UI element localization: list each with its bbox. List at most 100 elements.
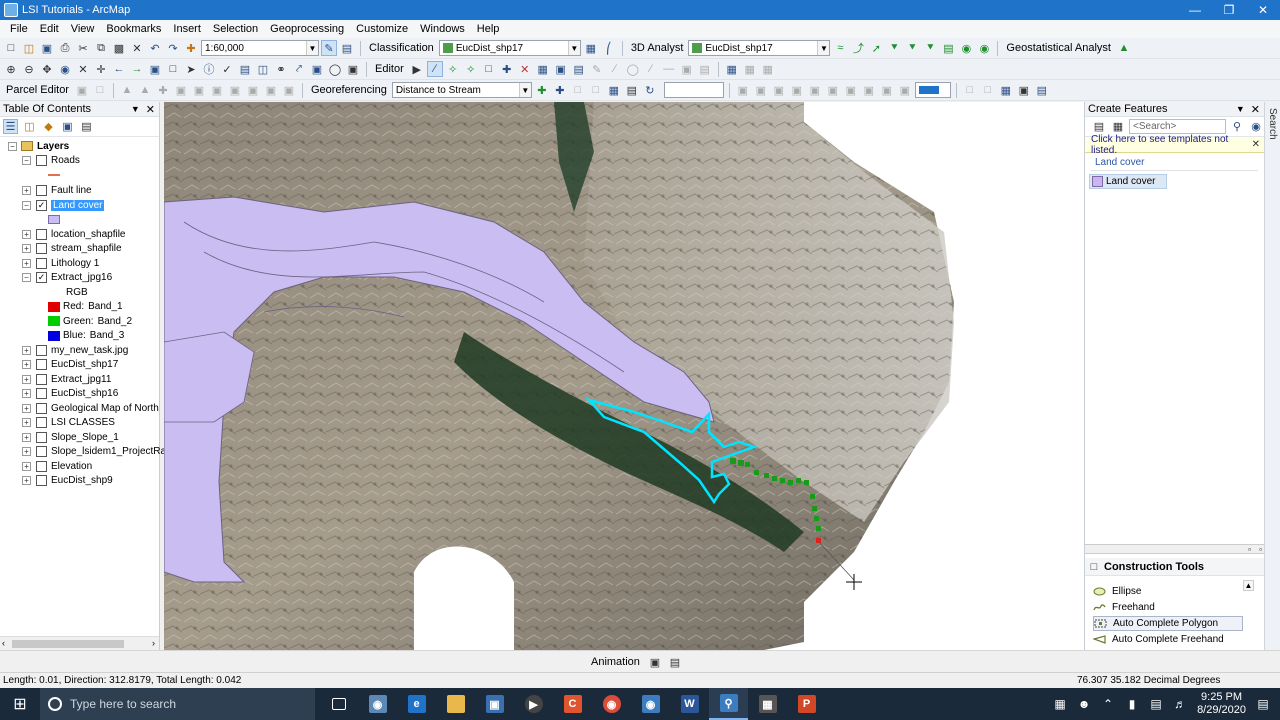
- editor-dropdown[interactable]: Editor: [372, 63, 407, 75]
- camtasia-icon[interactable]: C: [553, 688, 592, 720]
- disabled-tool-icon[interactable]: ◯: [625, 61, 641, 77]
- geostatistical-wizard-icon[interactable]: ▲: [1116, 40, 1132, 56]
- map-display[interactable]: [164, 102, 1084, 650]
- layer-name[interactable]: Geological Map of North: [51, 403, 159, 414]
- disabled-tool-icon[interactable]: ▣: [753, 82, 769, 98]
- arcglobe-icon[interactable]: ◉: [976, 40, 992, 56]
- zoom-in-icon[interactable]: ⊕: [3, 61, 19, 77]
- training-sample-icon[interactable]: ⎛: [601, 40, 617, 56]
- layer-visibility-checkbox[interactable]: [36, 388, 47, 399]
- arcscene-icon[interactable]: ◉: [958, 40, 974, 56]
- layer-visibility-checkbox[interactable]: [36, 359, 47, 370]
- disabled-tool-icon[interactable]: ▣: [679, 61, 695, 77]
- forward-extent-icon[interactable]: →: [129, 61, 145, 77]
- edge-icon[interactable]: e: [397, 688, 436, 720]
- split-tool-icon[interactable]: □: [481, 61, 497, 77]
- tool-auto-complete-freehand[interactable]: Auto Complete Freehand: [1093, 632, 1243, 647]
- profile-graph-icon[interactable]: ▤: [940, 40, 956, 56]
- menu-view[interactable]: View: [65, 23, 101, 35]
- layer-visibility-checkbox[interactable]: [36, 243, 47, 254]
- disabled-tool-icon[interactable]: ✚: [155, 82, 171, 98]
- list-by-source-icon[interactable]: ◫: [22, 119, 37, 134]
- scroll-left-icon[interactable]: ‹: [2, 638, 5, 648]
- disabled-tool-icon[interactable]: □: [980, 82, 996, 98]
- layer-name[interactable]: EucDist_shp17: [51, 359, 118, 370]
- toc-layer-row[interactable]: − ✓ Land cover: [22, 198, 105, 212]
- disabled-tool-icon[interactable]: □: [588, 82, 604, 98]
- contour-icon[interactable]: ≈: [832, 40, 848, 56]
- scrollbar-thumb[interactable]: [12, 640, 124, 648]
- people-icon[interactable]: ☻: [1077, 697, 1091, 711]
- search-side-tab[interactable]: Search: [1264, 102, 1280, 650]
- disabled-tool-icon[interactable]: ▣: [74, 82, 90, 98]
- disabled-tool-icon[interactable]: □: [962, 82, 978, 98]
- disabled-tool-icon[interactable]: □: [570, 82, 586, 98]
- pin-icon[interactable]: ▼: [131, 104, 140, 114]
- disabled-tool-icon[interactable]: ▣: [735, 82, 751, 98]
- disabled-tool-icon[interactable]: ▦: [760, 61, 776, 77]
- layer-name[interactable]: Land cover: [51, 199, 105, 211]
- interpolate-line-icon[interactable]: ⯆: [904, 40, 920, 56]
- search-icon[interactable]: ⚲: [1229, 119, 1245, 135]
- windows-ink-icon[interactable]: ▦: [1053, 697, 1067, 711]
- layer-visibility-checkbox[interactable]: [36, 431, 47, 443]
- layer-name[interactable]: Elevation: [51, 461, 92, 472]
- disabled-tool-icon[interactable]: ―: [661, 61, 677, 77]
- tool-auto-complete-polygon[interactable]: Auto Complete Polygon: [1093, 616, 1243, 631]
- disabled-tool-icon[interactable]: ▣: [191, 82, 207, 98]
- sketch-properties-icon[interactable]: ▣: [553, 61, 569, 77]
- layer-name[interactable]: Extract_jpg11: [51, 374, 111, 385]
- attributes-icon[interactable]: ▦: [535, 61, 551, 77]
- cut-icon[interactable]: ✂: [75, 40, 91, 56]
- fixed-zoom-in-icon[interactable]: ✕: [75, 61, 91, 77]
- rotate-icon[interactable]: ✚: [499, 61, 515, 77]
- back-extent-icon[interactable]: ←: [111, 61, 127, 77]
- full-extent-icon[interactable]: ◉: [57, 61, 73, 77]
- disabled-tool-icon[interactable]: ∕: [643, 61, 659, 77]
- goto-xy-icon[interactable]: ▣: [309, 61, 325, 77]
- tool-ellipse[interactable]: Ellipse: [1093, 584, 1243, 599]
- chrome-icon[interactable]: ◉: [592, 688, 631, 720]
- file-explorer-icon[interactable]: [436, 688, 475, 720]
- expand-icon[interactable]: +: [22, 360, 31, 369]
- fixed-zoom-out-icon[interactable]: ✛: [93, 61, 109, 77]
- arcgis-icon[interactable]: ◉: [631, 688, 670, 720]
- find-route-icon[interactable]: ⤤: [291, 61, 307, 77]
- start-windows-icon[interactable]: ⊞: [0, 688, 40, 720]
- 3d-analyst-dropdown[interactable]: 3D Analyst: [628, 42, 687, 54]
- catalog-window-icon[interactable]: ▤: [339, 40, 355, 56]
- layer-name[interactable]: location_shapfile: [51, 229, 126, 240]
- print-icon[interactable]: ⎙: [57, 40, 73, 56]
- layer-visibility-checkbox[interactable]: ✓: [36, 199, 47, 211]
- disabled-tool-icon[interactable]: ▣: [807, 82, 823, 98]
- toc-layer-row[interactable]: + EucDist_shp9: [22, 474, 113, 488]
- clear-selection-icon[interactable]: □: [165, 61, 181, 77]
- geostatistical-analyst-dropdown[interactable]: Geostatistical Analyst: [1003, 42, 1114, 54]
- save-icon[interactable]: ▣: [39, 40, 55, 56]
- disabled-tool-icon[interactable]: ▲: [137, 82, 153, 98]
- close-icon[interactable]: ✕: [1252, 139, 1260, 150]
- copy-icon[interactable]: ⧉: [93, 40, 109, 56]
- layer-visibility-checkbox[interactable]: [36, 155, 47, 166]
- toc-layer-row[interactable]: + location_shapfile: [22, 227, 126, 241]
- steepest-path-icon[interactable]: ⤴: [850, 40, 866, 56]
- close-icon[interactable]: ✕: [146, 103, 155, 116]
- scroll-right-icon[interactable]: ›: [152, 638, 155, 648]
- layer-visibility-checkbox[interactable]: [36, 228, 47, 240]
- toc-layer-row[interactable]: + my_new_task.jpg: [22, 343, 128, 357]
- layout-view-icon[interactable]: ▦: [724, 61, 740, 77]
- open-folder-icon[interactable]: ◫: [21, 40, 37, 56]
- layer-visibility-checkbox[interactable]: [36, 373, 47, 385]
- layer-visibility-checkbox[interactable]: [36, 475, 47, 486]
- collapse-icon[interactable]: −: [22, 200, 31, 210]
- arcmap-taskbar-icon[interactable]: ◉: [358, 688, 397, 720]
- toc-layer-row[interactable]: + LSI CLASSES: [22, 416, 115, 430]
- construction-tools-icon[interactable]: ✧: [445, 61, 461, 77]
- zoom-out-icon[interactable]: ⊖: [21, 61, 37, 77]
- model-builder-icon[interactable]: ▦: [998, 82, 1014, 98]
- toc-layer-row[interactable]: + Elevation: [22, 459, 92, 473]
- layer-visibility-checkbox[interactable]: [36, 185, 47, 196]
- template-land-cover[interactable]: Land cover: [1089, 174, 1167, 189]
- toc-layer-row[interactable]: + Slope_lsidem1_ProjectRas: [22, 445, 171, 459]
- georeferencing-dropdown[interactable]: Georeferencing: [308, 84, 390, 96]
